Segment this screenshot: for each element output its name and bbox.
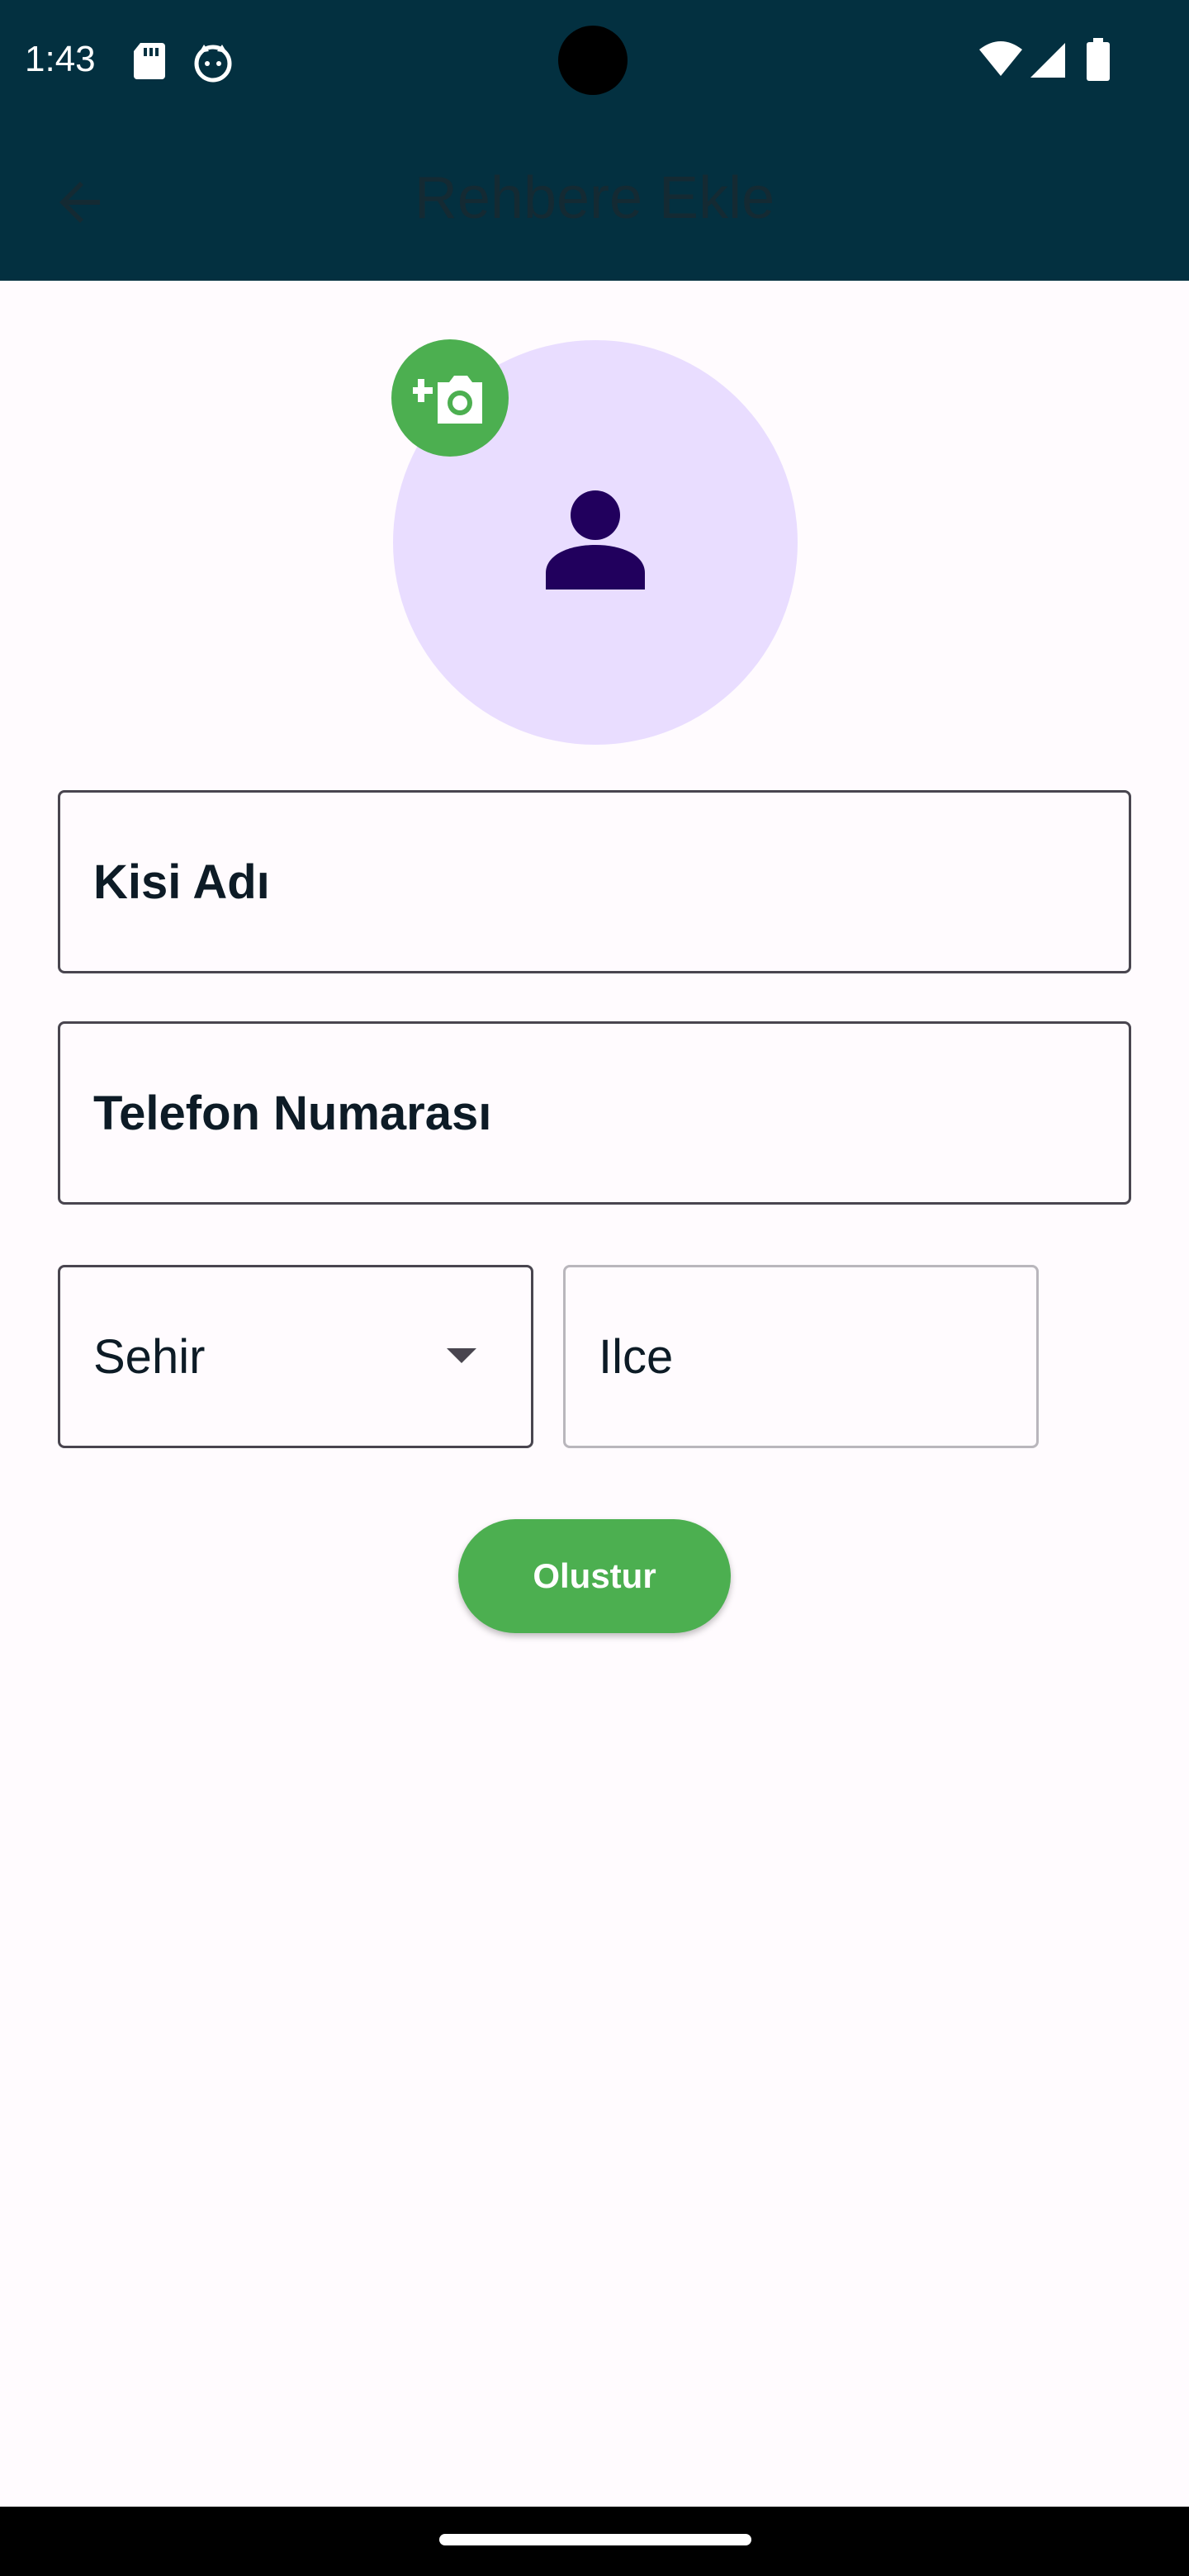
city-dropdown[interactable]: Sehir	[58, 1265, 533, 1448]
sd-card-icon	[134, 43, 165, 79]
arrow-back-icon	[59, 182, 100, 223]
battery-icon	[1087, 38, 1110, 81]
district-field[interactable]: Ilce	[563, 1265, 1039, 1448]
city-label: Sehir	[93, 1329, 206, 1384]
district-label: Ilce	[599, 1329, 674, 1384]
phone-number-field[interactable]: Telefon Numarası	[58, 1021, 1131, 1205]
back-button[interactable]	[43, 165, 117, 239]
dropdown-arrow-icon	[447, 1348, 476, 1363]
status-time: 1:43	[25, 39, 96, 79]
contact-name-label: Kisi Adı	[93, 855, 270, 909]
camera-cutout	[558, 26, 628, 95]
create-button[interactable]: Olustur	[458, 1519, 731, 1633]
home-indicator[interactable]	[439, 2534, 751, 2545]
add-photo-button[interactable]	[391, 339, 509, 457]
phone-number-label: Telefon Numarası	[93, 1086, 492, 1140]
signal-icon	[1030, 43, 1065, 78]
contact-name-field[interactable]: Kisi Adı	[58, 790, 1131, 973]
add-a-photo-icon	[413, 376, 482, 424]
wifi-icon	[979, 41, 1022, 76]
cat-face-icon	[194, 45, 232, 83]
page-title: Rehbere Ekle	[414, 165, 775, 231]
person-icon	[546, 490, 645, 590]
